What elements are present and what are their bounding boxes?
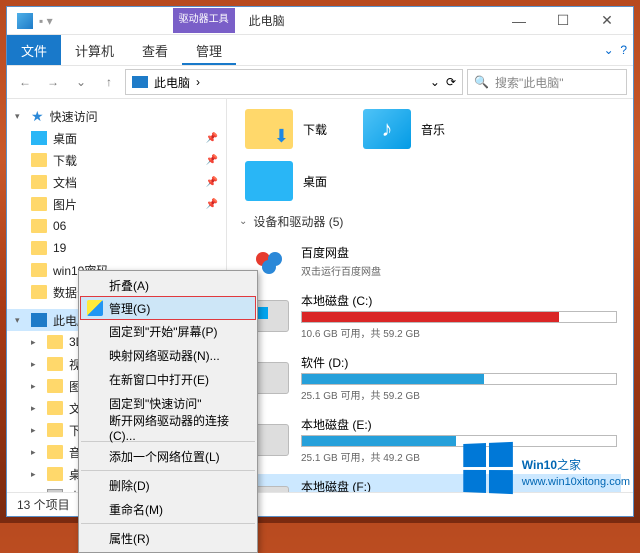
pin-icon: 📌: [206, 199, 218, 210]
forward-button[interactable]: →: [41, 70, 65, 94]
desktop-icon: [31, 131, 47, 145]
breadcrumb-sep: ›: [196, 75, 200, 89]
folder-icon: [47, 357, 63, 371]
folder-icon: [47, 445, 63, 459]
drive-sub: 10.6 GB 可用，共 59.2 GB: [301, 325, 617, 340]
pc-icon: [132, 76, 148, 88]
titlebar: ▪ ▾ 驱动器工具 此电脑 — ☐ ✕: [7, 7, 633, 35]
refresh-button[interactable]: ⟳: [446, 75, 456, 89]
search-input[interactable]: 🔍 搜索"此电脑": [467, 69, 627, 95]
capacity-bar: [301, 311, 617, 323]
menu-item[interactable]: 折叠(A): [81, 273, 255, 297]
up-button[interactable]: ↑: [97, 70, 121, 94]
desktop-icon: [245, 161, 293, 201]
folder-icon: [47, 379, 63, 393]
folder-icon: [31, 241, 47, 255]
menu-item[interactable]: 管理(G): [80, 296, 256, 320]
ribbon-tab-manage[interactable]: 管理: [182, 35, 236, 65]
ribbon-tab-computer[interactable]: 计算机: [61, 35, 128, 65]
folder-icon: [31, 285, 47, 299]
pc-icon: [31, 313, 47, 327]
tree-item[interactable]: 下载📌: [7, 149, 226, 171]
menu-item[interactable]: 映射网络驱动器(N)...: [81, 343, 255, 367]
tree-quick-access[interactable]: ▾★ 快速访问: [7, 105, 226, 127]
tree-item[interactable]: 19: [7, 237, 226, 259]
menu-item[interactable]: 在新窗口中打开(E): [81, 367, 255, 391]
drive-item[interactable]: 本地磁盘 (C:) 10.6 GB 可用，共 59.2 GB: [245, 288, 621, 344]
menu-item[interactable]: 删除(D): [81, 473, 255, 497]
context-menu[interactable]: 折叠(A)管理(G)固定到"开始"屏幕(P)映射网络驱动器(N)...在新窗口中…: [78, 270, 258, 553]
app-icon: [17, 13, 33, 29]
music-icon: [363, 109, 411, 149]
search-icon: 🔍: [474, 75, 489, 89]
windows-logo-icon: [463, 442, 513, 494]
window-title: 此电脑: [239, 8, 295, 33]
folder-downloads[interactable]: 下载: [245, 109, 327, 149]
menu-item[interactable]: 添加一个网络位置(L): [81, 444, 255, 468]
drive-name: 本地磁盘 (E:): [301, 416, 617, 433]
drive-name: 软件 (D:): [301, 354, 617, 371]
drive-item[interactable]: 软件 (D:) 25.1 GB 可用，共 59.2 GB: [245, 350, 621, 406]
maximize-button[interactable]: ☐: [541, 7, 585, 35]
search-placeholder: 搜索"此电脑": [495, 74, 564, 91]
chevron-down-icon: ⌄: [239, 216, 247, 227]
folder-icon: [47, 423, 63, 437]
pin-icon: 📌: [206, 177, 218, 188]
folder-music[interactable]: 音乐: [363, 109, 445, 149]
minimize-button[interactable]: —: [497, 7, 541, 35]
file-tab[interactable]: 文件: [7, 35, 61, 65]
watermark: Win10之家 www.win10xitong.com: [462, 443, 630, 493]
folder-icon: [31, 263, 47, 277]
folder-icon: [47, 467, 63, 481]
help-icon[interactable]: ?: [620, 43, 627, 57]
content-pane[interactable]: 下载 音乐 桌面 ⌄设备和驱动器 (5) 百度网盘双击运行百度网盘本地磁盘 (C…: [227, 99, 633, 492]
drive-name: 本地磁盘 (C:): [301, 292, 617, 309]
menu-item[interactable]: 固定到"开始"屏幕(P): [81, 319, 255, 343]
ribbon-expand-icon[interactable]: ⌄: [604, 43, 614, 57]
breadcrumb[interactable]: 此电脑: [154, 74, 190, 91]
back-button[interactable]: ←: [13, 70, 37, 94]
close-button[interactable]: ✕: [585, 7, 629, 35]
section-devices[interactable]: ⌄设备和驱动器 (5): [239, 213, 621, 230]
tree-item[interactable]: 桌面📌: [7, 127, 226, 149]
drive-item[interactable]: 百度网盘双击运行百度网盘: [245, 240, 621, 282]
tree-item[interactable]: 图片📌: [7, 193, 226, 215]
dropdown-icon[interactable]: ⌄: [430, 75, 440, 89]
context-tab: 驱动器工具: [173, 8, 235, 33]
menu-item[interactable]: 属性(R): [81, 526, 255, 550]
pin-icon: 📌: [206, 155, 218, 166]
downloads-icon: [245, 109, 293, 149]
status-count: 13 个项目: [17, 496, 70, 513]
pin-icon: 📌: [206, 133, 218, 144]
folder-desktop[interactable]: 桌面: [245, 161, 327, 201]
star-icon: ★: [31, 108, 44, 125]
tree-item[interactable]: 文档📌: [7, 171, 226, 193]
drive-name: 百度网盘: [301, 244, 617, 261]
menu-item[interactable]: 重命名(M): [81, 497, 255, 521]
folder-icon: [31, 197, 47, 211]
capacity-bar: [301, 373, 617, 385]
tree-item[interactable]: 06: [7, 215, 226, 237]
quick-access-toolbar[interactable]: ▪ ▾: [39, 14, 53, 28]
shield-icon: [87, 300, 103, 316]
ribbon-tab-view[interactable]: 查看: [128, 35, 182, 65]
folder-icon: [47, 335, 63, 349]
drive-sub: 25.1 GB 可用，共 59.2 GB: [301, 387, 617, 402]
address-input[interactable]: 此电脑 › ⌄ ⟳: [125, 69, 463, 95]
folder-icon: [47, 401, 63, 415]
folder-icon: [31, 153, 47, 167]
drive-sub: 双击运行百度网盘: [301, 263, 617, 278]
menu-item[interactable]: 断开网络驱动器的连接(C)...: [81, 415, 255, 439]
folder-icon: [31, 219, 47, 233]
address-bar: ← → ⌄ ↑ 此电脑 › ⌄ ⟳ 🔍 搜索"此电脑": [7, 65, 633, 99]
folder-icon: [31, 175, 47, 189]
ribbon: 文件 计算机 查看 管理 ⌄ ?: [7, 35, 633, 65]
recent-dropdown[interactable]: ⌄: [69, 70, 93, 94]
